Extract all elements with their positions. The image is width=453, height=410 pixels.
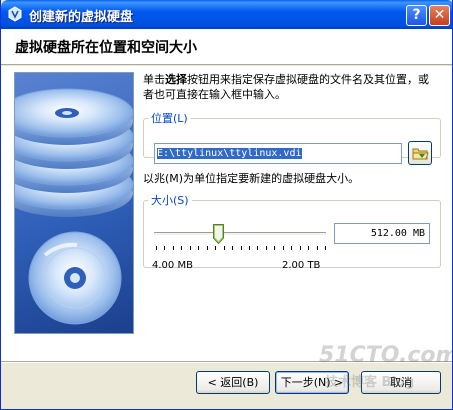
size-description: 以兆(M)为单位指定要新建的虚拟硬盘大小。 bbox=[143, 172, 360, 185]
next-button[interactable]: 下一步(N) > bbox=[275, 371, 349, 394]
slider-tick bbox=[325, 246, 326, 250]
size-input[interactable]: 512.00 MB bbox=[334, 223, 430, 244]
slider-tick bbox=[232, 246, 233, 250]
slider-tick bbox=[241, 246, 242, 250]
slider-ticks bbox=[156, 246, 326, 250]
size-min-label: 4.00 MB bbox=[152, 260, 193, 271]
close-button[interactable]: ✕ bbox=[429, 5, 450, 26]
folder-browse-icon bbox=[412, 148, 429, 160]
slider-tick bbox=[207, 246, 208, 250]
slider-tick bbox=[266, 246, 267, 250]
slider-tick bbox=[283, 246, 284, 250]
slider-tick bbox=[164, 246, 165, 250]
dialog-window: 创建新的虚拟硬盘 ? ✕ 虚拟硬盘所在位置和空间大小 单击选择按钮用来指定保存虚… bbox=[0, 0, 453, 410]
browse-button[interactable] bbox=[408, 141, 432, 165]
size-slider-track[interactable] bbox=[154, 232, 326, 236]
slider-tick bbox=[181, 246, 182, 250]
slider-tick bbox=[274, 246, 275, 250]
location-group: 位置(L) E:\ttylinux\ttylinux.vdi bbox=[143, 110, 441, 165]
wizard-content: 单击选择按钮用来指定保存虚拟硬盘的文件名及其位置，或者也可直接在输入框中输入。 … bbox=[1, 66, 452, 362]
location-input[interactable]: E:\ttylinux\ttylinux.vdi bbox=[154, 143, 402, 164]
button-separator bbox=[1, 361, 452, 363]
window-title: 创建新的虚拟硬盘 bbox=[29, 10, 134, 25]
size-legend: 大小(S) bbox=[151, 194, 189, 207]
wizard-header: 虚拟硬盘所在位置和空间大小 bbox=[1, 29, 452, 65]
title-bar[interactable]: 创建新的虚拟硬盘 ? ✕ bbox=[1, 0, 452, 29]
slider-tick bbox=[257, 246, 258, 250]
cancel-button[interactable]: 取消 bbox=[361, 371, 441, 394]
instruction-text: 单击选择按钮用来指定保存虚拟硬盘的文件名及其位置，或者也可直接在输入框中输入。 bbox=[143, 72, 439, 102]
instruction-bold: 选择 bbox=[165, 73, 187, 86]
slider-tick bbox=[291, 246, 292, 250]
slider-tick bbox=[300, 246, 301, 250]
page-title: 虚拟硬盘所在位置和空间大小 bbox=[15, 40, 197, 56]
slider-tick bbox=[173, 246, 174, 250]
slider-tick bbox=[224, 246, 225, 250]
location-legend: 位置(L) bbox=[151, 112, 188, 125]
virtualbox-app-icon bbox=[8, 6, 22, 22]
slider-tick bbox=[308, 246, 309, 250]
disk-stack-icon bbox=[15, 88, 133, 325]
back-button[interactable]: < 返回(B) bbox=[196, 371, 270, 394]
size-slider-thumb[interactable] bbox=[212, 224, 224, 244]
size-group: 大小(S) 512.00 MB 4.00 MB 2.00 TB bbox=[143, 192, 441, 271]
slider-tick bbox=[156, 246, 157, 250]
size-max-label: 2.00 TB bbox=[282, 260, 321, 271]
location-value: E:\ttylinux\ttylinux.vdi bbox=[157, 148, 302, 159]
instruction-prefix: 单击 bbox=[143, 73, 165, 86]
help-button[interactable]: ? bbox=[406, 5, 427, 26]
slider-tick bbox=[198, 246, 199, 250]
slider-tick bbox=[317, 246, 318, 250]
slider-tick bbox=[249, 246, 250, 250]
slider-tick bbox=[215, 246, 216, 250]
slider-tick bbox=[190, 246, 191, 250]
hard-disk-illustration bbox=[14, 72, 134, 334]
